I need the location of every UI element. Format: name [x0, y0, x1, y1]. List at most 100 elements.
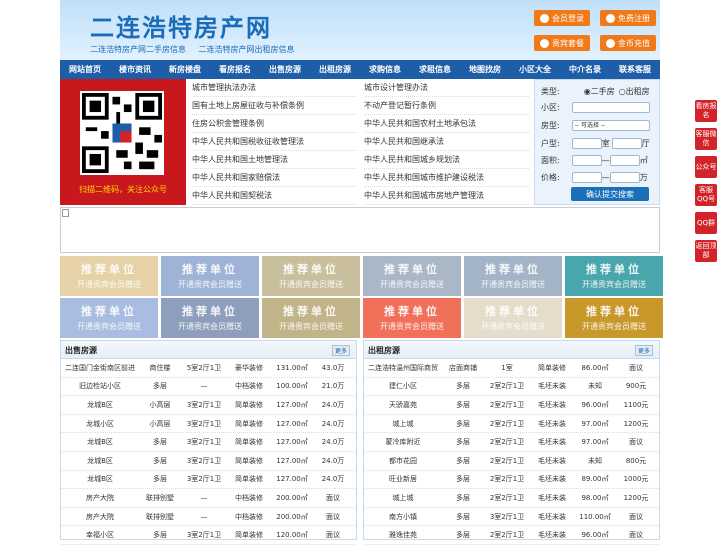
table-cell[interactable]: 天骄嘉苑 — [364, 400, 442, 410]
table-row[interactable]: 建仁小区 多层 2室2厅1卫 毛坯未装 未知 900元 — [364, 378, 659, 397]
ad-banner[interactable] — [60, 207, 660, 253]
login-button[interactable]: 会员登录 — [534, 10, 590, 26]
nav-item[interactable]: 楼市资讯 — [110, 60, 160, 79]
law-link[interactable]: 国有土地上房屋征收与补偿条例 — [192, 97, 357, 115]
sidebar-button[interactable]: QQ群 — [695, 212, 717, 234]
table-row[interactable]: 龙城小区 小高层 3室2厅1卫 简单装修 127.00㎡ 24.0万 — [61, 415, 356, 434]
table-cell[interactable]: 城上城 — [364, 493, 442, 503]
recommend-tile[interactable]: 推荐单位 开通贵宾会员赠送 — [60, 256, 158, 296]
table-row[interactable]: 房产大院 联排别墅 — 中档装修 200.00㎡ 面议 — [61, 489, 356, 508]
room-count-select[interactable] — [571, 138, 602, 149]
price-max-input[interactable] — [609, 172, 640, 183]
sale-more-button[interactable]: 更多 — [331, 345, 350, 356]
sidebar-button[interactable]: 公众号 — [695, 156, 717, 178]
table-row[interactable]: 二连国门金街南区前进 商住楼 5室2厅1卫 豪华装修 131.00㎡ 43.0万 — [61, 359, 356, 378]
table-row[interactable]: 幸福小区 多层 3室2厅1卫 简单装修 120.00㎡ 面议 — [61, 526, 356, 545]
sidebar-button[interactable]: 返回顶部 — [695, 240, 717, 262]
table-cell[interactable]: 龙城小区 — [61, 419, 139, 429]
law-link[interactable]: 中华人民共和国城市维护建设税法 — [364, 169, 529, 187]
recommend-tile[interactable]: 推荐单位 开通贵宾会员赠送 — [262, 256, 360, 296]
table-row[interactable]: 二连浩特温州国际商贸 店面商铺 1室 简单装修 86.00㎡ 面议 — [364, 359, 659, 378]
nav-item[interactable]: 中介名录 — [560, 60, 610, 79]
table-row[interactable]: 南方小镇 多层 3室2厅1卫 毛坯未装 110.00㎡ 面议 — [364, 508, 659, 527]
table-row[interactable]: 龙城B区 多层 3室2厅1卫 简单装修 127.00㎡ 24.0万 — [61, 433, 356, 452]
table-row[interactable]: 龙城B区 小高层 3室2厅1卫 简单装修 127.00㎡ 24.0万 — [61, 396, 356, 415]
table-row[interactable]: 蒙冷库附近 多层 2室2厅1卫 毛坯未装 97.00㎡ 面议 — [364, 433, 659, 452]
area-max-input[interactable] — [609, 155, 640, 166]
table-cell[interactable]: 旺业新居 — [364, 474, 442, 484]
room-type-select[interactable]: -- 可选择 -- — [571, 120, 650, 131]
nav-item[interactable]: 出售房源 — [260, 60, 310, 79]
law-link[interactable]: 中华人民共和国税收征收管理法 — [192, 133, 357, 151]
hall-count-select[interactable] — [611, 138, 642, 149]
recommend-tile[interactable]: 推荐单位 开通贵宾会员赠送 — [464, 256, 562, 296]
table-cell[interactable]: 建仁小区 — [364, 381, 442, 391]
table-cell[interactable]: 蒙冷库附近 — [364, 437, 442, 447]
table-row[interactable]: 旺业新居 多层 2室2厅1卫 毛坯未装 89.00㎡ 1000元 — [364, 471, 659, 490]
recommend-tile[interactable]: 推荐单位 开通贵宾会员赠送 — [565, 298, 663, 338]
rent-more-button[interactable]: 更多 — [634, 345, 653, 356]
recommend-tile[interactable]: 推荐单位 开通贵宾会员赠送 — [464, 298, 562, 338]
community-input[interactable] — [571, 102, 650, 113]
table-cell[interactable]: 幸福小区 — [61, 530, 139, 540]
law-link[interactable]: 中华人民共和国继承法 — [364, 133, 529, 151]
law-link[interactable]: 中华人民共和国农村土地承包法 — [364, 115, 529, 133]
table-row[interactable]: 旧边检站小区 多层 — 中档装修 100.00㎡ 21.0万 — [61, 378, 356, 397]
table-row[interactable]: 龙城B区 多层 3室2厅1卫 简单装修 127.00㎡ 24.0万 — [61, 471, 356, 490]
table-cell[interactable]: 南方小镇 — [364, 512, 442, 522]
recommend-tile[interactable]: 推荐单位 开通贵宾会员赠送 — [161, 256, 259, 296]
price-min-input[interactable] — [571, 172, 602, 183]
table-row[interactable]: 房产大院 联排别墅 — 中档装修 200.00㎡ 面议 — [61, 508, 356, 527]
nav-item[interactable]: 地图找房 — [460, 60, 510, 79]
table-cell[interactable]: 二连国门金街南区前进 — [61, 363, 139, 373]
nav-item[interactable]: 联系客服 — [610, 60, 660, 79]
recommend-tile[interactable]: 推荐单位 开通贵宾会员赠送 — [161, 298, 259, 338]
nav-item[interactable]: 求租信息 — [410, 60, 460, 79]
sidebar-button[interactable]: 客服微信 — [695, 128, 717, 150]
table-cell[interactable]: 龙城B区 — [61, 474, 139, 484]
law-link[interactable]: 城市管理执法办法 — [192, 79, 357, 97]
recommend-tile[interactable]: 推荐单位 开通贵宾会员赠送 — [565, 256, 663, 296]
recommend-tile[interactable]: 推荐单位 开通贵宾会员赠送 — [363, 256, 461, 296]
recharge-button[interactable]: 金币充值 — [600, 35, 656, 51]
table-row[interactable]: 天骄嘉苑 多层 2室2厅1卫 毛坯未装 96.00㎡ 1100元 — [364, 396, 659, 415]
law-link[interactable]: 中华人民共和国土地管理法 — [192, 151, 357, 169]
sidebar-button[interactable]: 客服QQ号 — [695, 184, 717, 206]
law-link[interactable]: 不动产登记暂行条例 — [364, 97, 529, 115]
vip-package-button[interactable]: 贵宾套餐 — [534, 35, 590, 51]
nav-item[interactable]: 求购信息 — [360, 60, 410, 79]
table-cell[interactable]: 房产大院 — [61, 512, 139, 522]
law-link[interactable]: 中华人民共和国城乡规划法 — [364, 151, 529, 169]
table-cell[interactable]: 都市花园 — [364, 456, 442, 466]
table-row[interactable]: 雅逸佳苑 多层 2室2厅1卫 毛坯未装 96.00㎡ 面议 — [364, 526, 659, 545]
recommend-tile[interactable]: 推荐单位 开通贵宾会员赠送 — [262, 298, 360, 338]
area-min-input[interactable] — [571, 155, 602, 166]
table-cell[interactable]: 龙城B区 — [61, 456, 139, 466]
table-cell[interactable]: 雅逸佳苑 — [364, 530, 442, 540]
nav-item[interactable]: 看房报名 — [210, 60, 260, 79]
law-link[interactable]: 中华人民共和国城市房地产管理法 — [364, 187, 529, 205]
recommend-tile[interactable]: 推荐单位 开通贵宾会员赠送 — [60, 298, 158, 338]
nav-item[interactable]: 网站首页 — [60, 60, 110, 79]
table-row[interactable]: 龙城B区 多层 3室2厅1卫 简单装修 127.00㎡ 24.0万 — [61, 452, 356, 471]
law-link[interactable]: 中华人民共和国家赔偿法 — [192, 169, 357, 187]
recommend-tile[interactable]: 推荐单位 开通贵宾会员赠送 — [363, 298, 461, 338]
law-link[interactable]: 住房公积金管理条例 — [192, 115, 357, 133]
law-link[interactable]: 城市设计管理办法 — [364, 79, 529, 97]
table-cell[interactable]: 房产大院 — [61, 493, 139, 503]
subtitle-rent[interactable]: 二连浩特房产网出租房信息 — [199, 45, 295, 54]
subtitle-sale[interactable]: 二连浩特房产网二手房信息 — [90, 45, 186, 54]
sidebar-button[interactable]: 看房报名 — [695, 100, 717, 122]
table-row[interactable]: 城上城 多层 2室2厅1卫 毛坯未装 97.00㎡ 1200元 — [364, 415, 659, 434]
radio-rent[interactable]: ○ — [619, 87, 626, 96]
table-cell[interactable]: 旧边检站小区 — [61, 381, 139, 391]
table-cell[interactable]: 龙城B区 — [61, 437, 139, 447]
register-button[interactable]: 免费注册 — [600, 10, 656, 26]
nav-item[interactable]: 新房楼盘 — [160, 60, 210, 79]
table-row[interactable]: 城上城 多层 2室2厅1卫 毛坯未装 98.00㎡ 1200元 — [364, 489, 659, 508]
law-link[interactable]: 中华人民共和国契税法 — [192, 187, 357, 205]
table-cell[interactable]: 龙城B区 — [61, 400, 139, 410]
nav-item[interactable]: 小区大全 — [510, 60, 560, 79]
table-cell[interactable]: 二连浩特温州国际商贸 — [364, 363, 442, 373]
table-row[interactable]: 都市花园 多层 2室2厅1卫 毛坯未装 未知 800元 — [364, 452, 659, 471]
